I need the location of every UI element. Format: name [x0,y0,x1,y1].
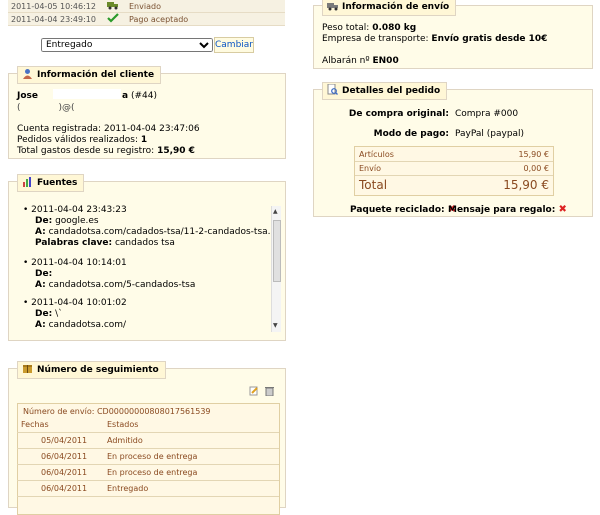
history-status: Enviado [126,0,285,13]
tracking-date: 05/04/2011 [17,432,103,449]
tracking-status: Entregado [103,480,279,497]
tracking-date: 06/04/2011 [17,448,103,465]
sources-legend: Fuentes [17,174,85,192]
source-to: candadotsa.com/cadados-tsa/11-2-candados… [48,227,279,237]
source-from: \` [55,309,63,319]
history-section: 2011-04-05 10:46:12 Enviado 2011-04-04 2… [0,0,290,26]
weight-value: 0.080 kg [372,23,417,33]
order-panel: Detalles del pedido De compra original: … [313,82,593,217]
history-date: 2011-04-04 23:49:10 [8,12,104,26]
table-row: 05/04/2011 Admitido [17,432,279,449]
original-order-value[interactable]: Compra #000 [455,109,518,119]
table-row: 06/04/2011 Entregado [17,480,279,497]
sources-list: • 2011-04-04 23:43:23 De: google.es A: c… [9,197,279,337]
albaran-value: EN00 [372,56,399,66]
source-keywords: candados tsa [114,238,175,248]
payment-value: PayPal (paypal) [455,129,525,139]
articles-label: Artículos [359,150,394,159]
recycled-label: Paquete reciclado: [350,205,445,215]
customer-id: (#44) [130,91,157,101]
tracking-number-label: Número de envío: [23,407,95,416]
scroll-up-icon[interactable]: ▲ [273,208,278,215]
totals-box: Artículos 15,90 € Envío 0,00 € Total 15,… [354,146,554,196]
tracking-table: Fechas Estados 05/04/2011 Admitido 06/04… [17,417,279,497]
source-date: 2011-04-04 23:43:23 [31,205,127,215]
tracking-status: Admitido [103,432,279,449]
sources-scrollbar[interactable]: ▲ ▼ [271,206,281,332]
tracking-date: 06/04/2011 [17,480,103,497]
source-to: candadotsa.com/5-candados-tsa [48,280,196,290]
close-icon: ✖ [558,204,567,215]
payment-label: Modo de pago: [373,129,449,139]
table-row: 2011-04-05 10:46:12 Enviado [8,0,285,13]
history-table: 2011-04-05 10:46:12 Enviado 2011-04-04 2… [8,0,285,26]
carrier-value: Envío gratis desde 10€ [431,34,548,44]
tracking-date: 06/04/2011 [17,464,103,481]
total-spent-value: 15,90 € [157,146,195,156]
tracking-number-value: CD00000000808017561539 [96,407,211,416]
source-from: google.es [55,216,99,226]
orders-value: 1 [140,135,148,145]
original-order-label: De compra original: [348,109,449,119]
history-date: 2011-04-05 10:46:12 [8,0,104,13]
gift-label: Mensaje para regalo: [448,205,556,215]
user-icon [22,68,33,79]
check-icon [107,13,119,23]
tracking-col-date: Fechas [17,417,103,433]
document-search-icon [327,83,338,95]
table-row: 06/04/2011 En proceso de entrega [17,464,279,481]
carrier-label: Empresa de transporte: [322,34,429,44]
order-state-select[interactable]: Entregado [41,38,213,52]
scroll-down-icon[interactable]: ▼ [273,322,278,329]
source-date: 2011-04-04 10:14:01 [31,258,127,268]
order-legend: Detalles del pedido [322,82,448,100]
trash-icon[interactable] [265,386,274,396]
truck-icon [107,2,118,10]
shipping-cost-value: 0,00 € [523,164,549,173]
customer-email[interactable]: @ [62,103,71,113]
registered-value: 2011-04-04 23:47:06 [103,124,200,134]
albaran-label: Albarán nº [322,56,370,66]
table-row: Fechas Estados [17,417,279,433]
package-icon [22,363,33,374]
shipping-cost-label: Envío [359,164,381,173]
table-row: 06/04/2011 En proceso de entrega [17,448,279,465]
tracking-legend: Número de seguimiento [17,361,166,379]
customer-name: Jose [17,91,38,101]
customer-panel: Información del cliente Jose a (#44) ()@… [8,66,286,159]
history-status: Pago aceptado [126,12,285,26]
edit-icon[interactable] [249,386,259,396]
shipping-panel: Información de envío Peso total: 0.080 k… [313,0,593,69]
tracking-status: En proceso de entrega [103,448,279,465]
total-value: 15,90 € [503,178,549,192]
tracking-status: En proceso de entrega [103,464,279,481]
articles-value: 15,90 € [518,150,549,159]
sources-panel: Fuentes • 2011-04-04 23:43:23 De: google… [8,174,286,341]
orders-label: Pedidos válidos realizados: [17,135,138,145]
tracking-col-status: Estados [103,417,279,433]
weight-label: Peso total: [322,23,370,33]
table-row: 2011-04-04 23:49:10 Pago aceptado [8,12,285,26]
scroll-thumb[interactable] [273,220,281,282]
chart-icon [22,176,33,187]
total-spent-label: Total gastos desde su registro: [17,146,155,156]
customer-name-suffix: a [122,91,129,101]
registered-label: Cuenta registrada: [17,124,102,134]
source-to: candadotsa.com/ [48,320,127,330]
tracking-panel: Número de seguimiento Número de envío: C… [8,361,286,515]
customer-name-redaction [53,89,121,99]
shipping-legend: Información de envío [322,0,457,16]
source-date: 2011-04-04 10:01:02 [31,298,127,308]
total-label: Total [359,178,388,192]
truck-icon [327,1,338,12]
customer-legend: Información del cliente [17,66,162,84]
change-state-button[interactable]: Cambiar [214,37,254,53]
